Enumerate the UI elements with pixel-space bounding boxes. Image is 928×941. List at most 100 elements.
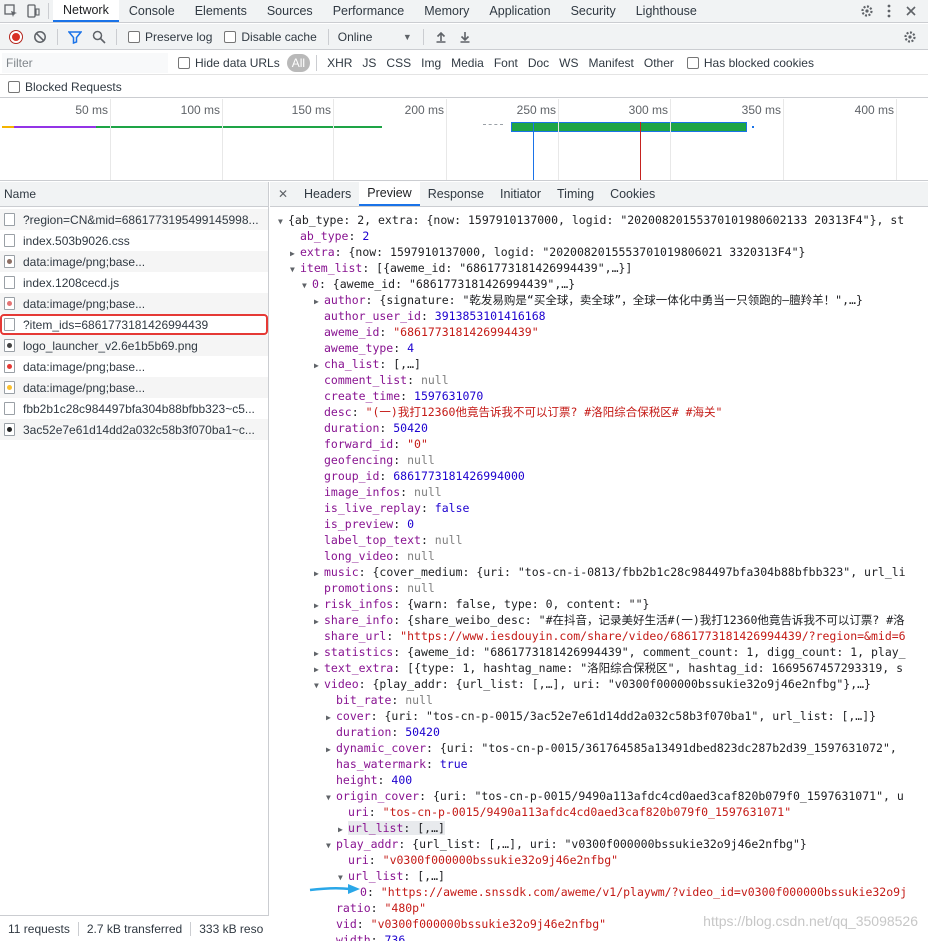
file-icon (4, 297, 15, 310)
json-node: author_user_id: 3913853101416168 (270, 308, 928, 324)
has-blocked-cookies-checkbox[interactable]: Has blocked cookies (686, 56, 814, 70)
json-value: "tos-cn-p-0015/9490a113afdc4cd0aed3caf82… (382, 805, 792, 819)
filter-type-font[interactable]: Font (490, 54, 522, 72)
hide-data-urls-checkbox[interactable]: Hide data URLs (178, 56, 280, 70)
json-node[interactable]: ▼ origin_cover: {uri: "tos-cn-p-0015/9490… (270, 788, 928, 804)
json-node[interactable]: ▶ cha_list: [,…] (270, 356, 928, 372)
json-node: is_live_replay: false (270, 500, 928, 516)
json-node[interactable]: ▼ play_addr: {url_list: [,…], uri: "v0300… (270, 836, 928, 852)
filter-type-manifest[interactable]: Manifest (585, 54, 638, 72)
tab-sources[interactable]: Sources (257, 0, 323, 22)
json-colon: : (393, 549, 408, 563)
json-value: "https://www.iesdouyin.com/share/video/6… (400, 629, 906, 643)
json-node: duration: 50420 (270, 420, 928, 436)
json-key: desc (324, 405, 352, 419)
request-row[interactable]: ?region=CN&mid=6861773195499145998... (0, 209, 268, 230)
filter-toggle-button[interactable] (63, 25, 87, 49)
timeline-dash (483, 124, 503, 125)
device-toolbar-icon[interactable] (22, 0, 44, 22)
json-node[interactable]: ▶ author: {signature: "乾发易购是“买全球，卖全球”，全球一… (270, 292, 928, 308)
json-node[interactable]: ▶ url_list: [,…] (270, 820, 928, 836)
json-node[interactable]: ▼ item_list: [{aweme_id: "686177318142699… (270, 260, 928, 276)
tab-performance[interactable]: Performance (323, 0, 415, 22)
filter-type-xhr[interactable]: XHR (323, 54, 356, 72)
json-node[interactable]: ▶ extra: {now: 1597910137000, logid: "202… (270, 244, 928, 260)
request-row[interactable]: data:image/png;base... (0, 356, 268, 377)
json-key: height (336, 773, 378, 787)
tab-console[interactable]: Console (119, 0, 185, 22)
request-row[interactable]: fbb2b1c28c984497bfa304b88bfbb323~c5... (0, 398, 268, 419)
timeline-overview[interactable]: 50 ms 100 ms 150 ms 200 ms 250 ms 300 ms 350 m… (0, 99, 928, 181)
export-har-button[interactable] (453, 25, 477, 49)
request-row[interactable]: data:image/png;base... (0, 251, 268, 272)
json-colon: : (393, 661, 408, 675)
blocked-requests-checkbox[interactable]: Blocked Requests (8, 80, 122, 94)
request-row[interactable]: 3ac52e7e61d14dd2a032c58b3f070ba1~c... (0, 419, 268, 440)
detail-tab-initiator[interactable]: Initiator (492, 182, 549, 206)
json-entry: dynamic_cover: {uri: "tos-cn-p-0015/3617… (336, 741, 897, 755)
record-button[interactable] (4, 25, 28, 49)
detail-tab-cookies[interactable]: Cookies (602, 182, 663, 206)
request-row[interactable]: data:image/png;base... (0, 377, 268, 398)
json-entry: bit_rate: null (336, 693, 433, 707)
checkbox-box[interactable] (8, 80, 20, 93)
json-node[interactable]: ▶ music: {cover_medium: {uri: "tos-cn-i-0… (270, 564, 928, 580)
name-column-header[interactable]: Name (0, 182, 268, 207)
close-devtools-icon[interactable] (900, 0, 922, 22)
json-node: bit_rate: null (270, 692, 928, 708)
detail-tab-headers[interactable]: Headers (296, 182, 359, 206)
settings-gear-icon[interactable] (856, 0, 878, 22)
filter-type-other[interactable]: Other (640, 54, 678, 72)
checkbox-box[interactable] (686, 56, 699, 69)
checkbox-box[interactable] (128, 30, 140, 43)
request-row[interactable]: index.1208cecd.js (0, 272, 268, 293)
json-node[interactable]: ▶ risk_infos: {warn: false, type: 0, cont… (270, 596, 928, 612)
json-node[interactable]: ▶ text_extra: [{type: 1, hashtag_name: "洛… (270, 660, 928, 676)
disable-cache-checkbox[interactable]: Disable cache (224, 30, 317, 44)
arrow-annotation-icon (309, 884, 360, 894)
json-node[interactable]: ▼ 0: {aweme_id: "6861773181426994439",…} (270, 276, 928, 292)
detail-tab-preview[interactable]: Preview (359, 182, 420, 206)
inspect-element-icon[interactable] (0, 0, 22, 22)
close-icon[interactable]: ✕ (270, 187, 296, 201)
tab-lighthouse[interactable]: Lighthouse (626, 0, 707, 22)
filter-type-media[interactable]: Media (447, 54, 488, 72)
tab-memory[interactable]: Memory (414, 0, 479, 22)
filter-type-all[interactable]: All (286, 53, 311, 72)
checkbox-box[interactable] (224, 30, 237, 43)
filter-input[interactable]: Filter (2, 52, 168, 73)
tab-network[interactable]: Network (53, 0, 119, 22)
clear-button[interactable] (28, 25, 52, 49)
json-node[interactable]: ▼ url_list: [,…] (270, 868, 928, 884)
request-row[interactable]: logo_launcher_v2.6e1b5b69.png (0, 335, 268, 356)
detail-tab-response[interactable]: Response (420, 182, 492, 206)
request-row[interactable]: ?item_ids=6861773181426994439 (0, 314, 268, 335)
json-node[interactable]: ▶ dynamic_cover: {uri: "tos-cn-p-0015/361… (270, 740, 928, 756)
json-value: {ab_type: 2, extra: {now: 1597910137000,… (288, 213, 905, 227)
filter-type-ws[interactable]: WS (555, 54, 582, 72)
tab-elements[interactable]: Elements (185, 0, 257, 22)
request-row[interactable]: data:image/png;base... (0, 293, 268, 314)
json-node[interactable]: ▶ statistics: {aweme_id: "686177318142699… (270, 644, 928, 660)
filter-type-img[interactable]: Img (417, 54, 445, 72)
throttling-select[interactable]: Online ▼ (338, 30, 418, 44)
json-key: author_user_id (324, 309, 421, 323)
network-settings-button[interactable] (898, 25, 922, 49)
import-har-button[interactable] (429, 25, 453, 49)
tab-security[interactable]: Security (561, 0, 626, 22)
filter-type-css[interactable]: CSS (382, 54, 415, 72)
more-menu-icon[interactable] (878, 0, 900, 22)
json-node[interactable]: ▶ cover: {uri: "tos-cn-p-0015/3ac52e7e61d… (270, 708, 928, 724)
tab-application[interactable]: Application (479, 0, 560, 22)
search-button[interactable] (87, 25, 111, 49)
detail-tab-timing[interactable]: Timing (549, 182, 602, 206)
preserve-log-checkbox[interactable]: Preserve log (128, 30, 212, 44)
filter-type-doc[interactable]: Doc (524, 54, 553, 72)
json-node: 0: "https://aweme.snssdk.com/aweme/v1/pl… (270, 884, 928, 900)
checkbox-box[interactable] (178, 56, 190, 69)
json-node[interactable]: ▼ video: {play_addr: {url_list: [,…], uri… (270, 676, 928, 692)
json-node[interactable]: ▶ share_info: {share_weibo_desc: "#在抖音，记录… (270, 612, 928, 628)
json-node[interactable]: ▼ {ab_type: 2, extra: {now: 1597910137000… (270, 212, 928, 228)
filter-type-js[interactable]: JS (358, 54, 380, 72)
request-row[interactable]: index.503b9026.css (0, 230, 268, 251)
